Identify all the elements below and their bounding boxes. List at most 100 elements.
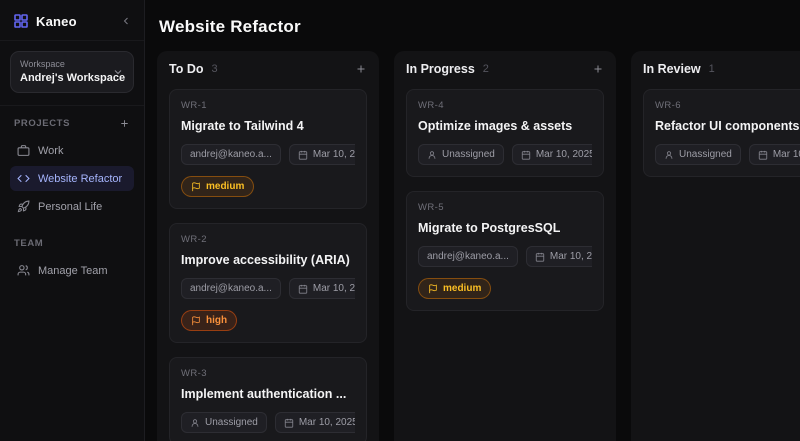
sidebar-item-website-refactor[interactable]: Website Refactor bbox=[10, 166, 134, 191]
task-card-wr-6[interactable]: WR-6 Refactor UI components Unassigned Mar … bbox=[643, 89, 800, 177]
briefcase-icon bbox=[17, 144, 30, 157]
priority-label: high bbox=[206, 315, 227, 326]
assignee-label: andrej@kaneo.a... bbox=[190, 283, 272, 294]
calendar-icon bbox=[284, 418, 294, 428]
flag-icon bbox=[428, 284, 438, 294]
task-card-wr-5[interactable]: WR-5Migrate to PostgresSQLandrej@kaneo.a… bbox=[406, 191, 604, 311]
priority-label: medium bbox=[206, 181, 244, 192]
assignee-label: Unassigned bbox=[442, 149, 495, 160]
calendar-icon bbox=[298, 150, 308, 160]
due-date-label: Mar 10, 2025 bbox=[313, 283, 355, 294]
assignee-label: andrej@kaneo.a... bbox=[190, 149, 272, 160]
priority-badge-medium: medium bbox=[418, 278, 491, 299]
person-icon bbox=[190, 418, 200, 428]
due-date-chip[interactable]: Mar 10, 2025 bbox=[749, 144, 800, 165]
task-card-wr-1[interactable]: WR-1 Migrate to Tailwind 4 andrej@kaneo.a.… bbox=[169, 89, 367, 209]
add-task-button[interactable] bbox=[355, 63, 367, 75]
priority-badge-high: high bbox=[181, 310, 237, 331]
sidebar-item-label: Website Refactor bbox=[38, 173, 122, 185]
app-name: Kaneo bbox=[36, 14, 113, 29]
column-header: In Review 1 bbox=[631, 51, 800, 84]
workspace-name: Andrej's Workspace bbox=[20, 72, 112, 84]
column-title: In Progress bbox=[406, 62, 475, 76]
assignee-chip[interactable]: Unassigned bbox=[655, 144, 741, 165]
assignee-chip[interactable]: andrej@kaneo.a... bbox=[181, 144, 281, 165]
column-cards: WR-1 Migrate to Tailwind 4 andrej@kaneo.a.… bbox=[157, 84, 379, 441]
team-section: TEAM Manage Team bbox=[0, 226, 144, 290]
sidebar-item-personal-life[interactable]: Personal Life bbox=[10, 194, 134, 219]
column-header: To Do3 bbox=[157, 51, 379, 84]
code-icon bbox=[17, 172, 30, 185]
task-meta-row: UnassignedMar 10, 2025low bbox=[655, 144, 800, 165]
kanban-board: To Do3 WR-1 Migrate to Tailwind 4 andrej@ka… bbox=[145, 51, 800, 441]
workspace-section: Workspace Andrej's Workspace bbox=[0, 41, 144, 106]
column-cards: WR-6 Refactor UI components Unassigned Mar … bbox=[631, 84, 800, 189]
sidebar-item-manage-team[interactable]: Manage Team bbox=[10, 258, 134, 283]
chevron-down-icon bbox=[112, 66, 124, 78]
page-title: Website Refactor bbox=[145, 0, 800, 51]
task-meta-row: UnassignedMar 10, 2025low bbox=[418, 144, 592, 165]
task-title: Optimize images & assets bbox=[418, 119, 592, 133]
assignee-chip[interactable]: andrej@kaneo.a... bbox=[418, 246, 518, 267]
priority-badge-medium: medium bbox=[181, 176, 254, 197]
task-key: WR-1 bbox=[181, 100, 355, 111]
calendar-icon bbox=[758, 150, 768, 160]
task-priority-row: medium bbox=[418, 278, 592, 299]
column-count: 3 bbox=[211, 63, 355, 75]
task-key: WR-2 bbox=[181, 234, 355, 245]
person-icon bbox=[427, 150, 437, 160]
projects-section-title: PROJECTS bbox=[14, 118, 70, 129]
add-task-button[interactable] bbox=[592, 63, 604, 75]
column-title: In Review bbox=[643, 62, 701, 76]
task-title: Improve accessibility (ARIA) bbox=[181, 253, 355, 267]
flag-icon bbox=[191, 182, 201, 192]
sidebar: Kaneo Workspace Andrej's Workspace PROJE… bbox=[0, 0, 145, 441]
kaneo-app: Kaneo Workspace Andrej's Workspace PROJE… bbox=[0, 0, 800, 441]
column-header: In Progress 2 bbox=[394, 51, 616, 84]
task-meta-row: UnassignedMar 10, 2025low bbox=[181, 412, 355, 433]
task-title: Migrate to Tailwind 4 bbox=[181, 119, 355, 133]
workspace-selector[interactable]: Workspace Andrej's Workspace bbox=[10, 51, 134, 93]
assignee-chip[interactable]: Unassigned bbox=[418, 144, 504, 165]
task-card-wr-2[interactable]: WR-2 Improve accessibility (ARIA) andrej@k… bbox=[169, 223, 367, 343]
column-count: 1 bbox=[709, 63, 800, 75]
sidebar-item-label: Manage Team bbox=[38, 265, 108, 277]
due-date-label: Mar 10, 2025 bbox=[299, 417, 355, 428]
add-project-button[interactable] bbox=[119, 118, 130, 129]
column-count: 2 bbox=[483, 63, 592, 75]
task-title: Migrate to PostgresSQL bbox=[418, 221, 592, 235]
board-column: In Review 1 WR-6 Refactor UI components Unas… bbox=[631, 51, 800, 441]
task-title: Refactor UI components bbox=[655, 119, 800, 133]
assignee-label: Unassigned bbox=[679, 149, 732, 160]
person-icon bbox=[664, 150, 674, 160]
due-date-chip[interactable]: Mar 10, 2025 bbox=[275, 412, 355, 433]
task-card-wr-4[interactable]: WR-4Optimize images & assetsUnassignedMa… bbox=[406, 89, 604, 177]
sidebar-collapse-button[interactable] bbox=[120, 15, 132, 27]
due-date-chip[interactable]: Mar 10, 2025 bbox=[289, 144, 355, 165]
due-date-chip[interactable]: Mar 10, 2025 bbox=[512, 144, 592, 165]
assignee-label: andrej@kaneo.a... bbox=[427, 251, 509, 262]
assignee-chip[interactable]: Unassigned bbox=[181, 412, 267, 433]
projects-section: PROJECTS Work Website Refactor bbox=[0, 106, 144, 226]
projects-section-header: PROJECTS bbox=[10, 118, 134, 138]
due-date-label: Mar 10, 2025 bbox=[773, 149, 800, 160]
kaneo-logo-icon bbox=[13, 13, 29, 29]
column-cards: WR-4Optimize images & assetsUnassignedMa… bbox=[394, 84, 616, 323]
sidebar-item-work[interactable]: Work bbox=[10, 138, 134, 163]
calendar-icon bbox=[535, 252, 545, 262]
team-section-header: TEAM bbox=[10, 238, 134, 258]
board-column: In Progress2WR-4Optimize images & assets… bbox=[394, 51, 616, 441]
calendar-icon bbox=[521, 150, 531, 160]
flag-icon bbox=[191, 316, 201, 326]
workspace-text: Workspace Andrej's Workspace bbox=[20, 59, 112, 84]
task-priority-row: high bbox=[181, 310, 355, 331]
task-meta-row: andrej@kaneo.a... Mar 10, 2025 bbox=[418, 246, 592, 267]
task-key: WR-6 bbox=[655, 100, 800, 111]
task-card-wr-3[interactable]: WR-3Implement authentication ...Unassign… bbox=[169, 357, 367, 441]
assignee-chip[interactable]: andrej@kaneo.a... bbox=[181, 278, 281, 299]
due-date-chip[interactable]: Mar 10, 2025 bbox=[289, 278, 355, 299]
users-icon bbox=[17, 264, 30, 277]
due-date-label: Mar 10, 2025 bbox=[550, 251, 592, 262]
due-date-chip[interactable]: Mar 10, 2025 bbox=[526, 246, 592, 267]
workspace-label: Workspace bbox=[20, 59, 112, 69]
